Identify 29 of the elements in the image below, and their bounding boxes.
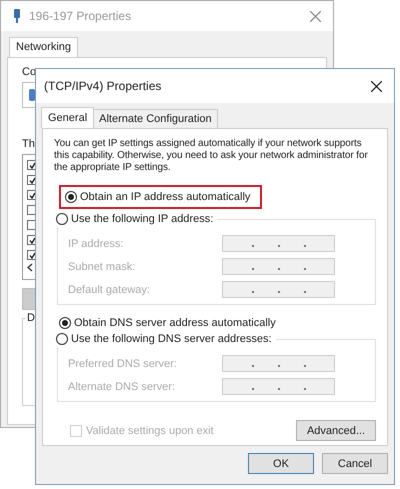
field-label: Preferred DNS server: bbox=[68, 358, 177, 370]
scroll-left-icon bbox=[27, 263, 33, 272]
radio-icon bbox=[56, 212, 68, 224]
radio-icon bbox=[65, 191, 77, 203]
radio-icon bbox=[56, 332, 68, 344]
tab[interactable]: General bbox=[41, 107, 94, 128]
checkbox-icon bbox=[70, 424, 82, 436]
radio-button[interactable]: Use the following IP address: bbox=[56, 210, 218, 227]
radio-button[interactable]: Obtain DNS server address automatically bbox=[57, 314, 282, 331]
field-label: Subnet mask: bbox=[68, 260, 136, 272]
close-button[interactable] bbox=[369, 78, 384, 94]
label: Th bbox=[22, 138, 35, 152]
network-adapter-icon bbox=[13, 9, 21, 23]
field-label: Alternate DNS server: bbox=[68, 380, 175, 392]
radio-button[interactable]: Obtain an IP address automatically bbox=[61, 187, 260, 207]
radio-button[interactable]: Use the following DNS server addresses: bbox=[56, 330, 276, 347]
tab[interactable]: Alternate Configuration bbox=[93, 109, 218, 128]
advanced-button[interactable]: Advanced... bbox=[296, 420, 376, 441]
cancel-button[interactable]: Cancel bbox=[322, 453, 388, 474]
ok-button[interactable]: OK bbox=[248, 453, 314, 474]
adapter-icon bbox=[29, 89, 35, 101]
tab[interactable]: Networking bbox=[9, 37, 78, 57]
group-label: D bbox=[26, 312, 36, 324]
radio-icon bbox=[59, 316, 71, 328]
window-title: 196-197 Properties bbox=[29, 9, 132, 23]
field-label: IP address: bbox=[68, 238, 124, 250]
window-title: (TCP/IPv4) Properties bbox=[44, 79, 162, 93]
field-label: Default gateway: bbox=[68, 284, 150, 296]
description-text: You can get IP settings assigned automatically if your network supports this capability. Otherwise, you need to ask your network administrator for the appropriate IP settings. bbox=[54, 138, 369, 174]
